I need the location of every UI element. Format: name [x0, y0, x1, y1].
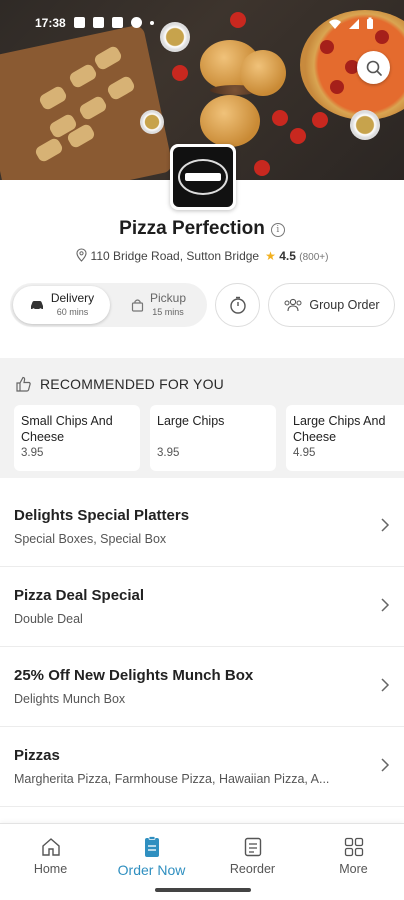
category-title: Pizzas: [14, 747, 60, 764]
info-icon[interactable]: i: [270, 222, 285, 237]
notification-icon: [93, 17, 104, 28]
recommended-item-name: Large Chips And Cheese: [293, 414, 386, 444]
notification-icon: [74, 17, 85, 28]
star-icon: ★: [265, 249, 276, 263]
category-subtitle: Double Deal: [14, 612, 83, 626]
nav-home-label: Home: [33, 862, 68, 876]
recommended-item-price: 3.95: [21, 447, 44, 459]
store-address-row: 110 Bridge Road, Sutton Bridge ★ 4.5 (800…: [0, 248, 404, 263]
store-address: 110 Bridge Road, Sutton Bridge: [90, 249, 260, 263]
recommended-item-price: 3.95: [157, 447, 180, 459]
grid-icon: [344, 837, 363, 857]
recommended-card[interactable]: Small Chips And Cheese 3.95: [14, 405, 140, 471]
nav-reorder-label: Reorder: [229, 862, 276, 876]
chevron-right-icon: [381, 518, 390, 532]
notification-icon: [112, 17, 123, 28]
nav-more[interactable]: More: [303, 836, 404, 876]
pickup-label: Pickup: [149, 291, 187, 305]
recommended-item-name: Large Chips: [157, 414, 225, 428]
battery-icon: [367, 17, 373, 29]
home-icon: [41, 838, 60, 856]
recommended-item-price: 4.95: [293, 447, 316, 459]
nav-home[interactable]: Home: [0, 836, 101, 876]
category-subtitle: Margherita Pizza, Farmhouse Pizza, Hawai…: [14, 772, 330, 786]
nav-order-now-label: Order Now: [117, 862, 186, 878]
schedule-button[interactable]: [215, 283, 260, 327]
timer-icon: [229, 296, 246, 314]
delivery-time: 60 mins: [56, 307, 89, 317]
order-type-toggle: Delivery 60 mins Pickup 15 mins: [10, 283, 207, 327]
rating-count: (800+): [299, 252, 329, 263]
chevron-right-icon: [381, 598, 390, 612]
store-logo: [170, 144, 236, 210]
pickup-option[interactable]: Pickup 15 mins: [110, 286, 207, 324]
category-title: 25% Off New Delights Munch Box: [14, 667, 254, 684]
delivery-option[interactable]: Delivery 60 mins: [13, 286, 110, 324]
group-order-label: Group Order: [309, 298, 380, 312]
category-row[interactable]: Pizzas Margherita Pizza, Farmhouse Pizza…: [0, 727, 404, 807]
order-icon: [144, 836, 159, 857]
category-subtitle: Delights Munch Box: [14, 692, 126, 706]
car-icon: [30, 301, 43, 311]
play-icon: [131, 17, 142, 28]
category-row[interactable]: 25% Off New Delights Munch Box Delights …: [0, 647, 404, 727]
thumbs-up-icon: [16, 376, 31, 392]
category-title: Pizza Deal Special: [14, 587, 145, 604]
nav-order-now[interactable]: Order Now: [101, 836, 202, 878]
nav-more-label: More: [339, 862, 368, 876]
recommended-card[interactable]: Large Chips 3.95: [150, 405, 276, 471]
store-rating: 4.5: [279, 249, 296, 263]
delivery-label: Delivery: [50, 291, 95, 305]
group-icon: [284, 298, 302, 312]
search-icon: [366, 60, 382, 76]
store-name: Pizza Perfection: [119, 218, 265, 239]
search-button[interactable]: [357, 51, 390, 84]
category-title: Delights Special Platters: [14, 507, 190, 524]
recommended-section: RECOMMENDED FOR YOU Small Chips And Chee…: [0, 358, 404, 478]
chevron-right-icon: [381, 678, 390, 692]
nav-reorder[interactable]: Reorder: [202, 836, 303, 876]
category-row[interactable]: Pizza Deal Special Double Deal: [0, 567, 404, 647]
dot-icon: [150, 20, 154, 25]
group-order-button[interactable]: Group Order: [268, 283, 395, 327]
pickup-time: 15 mins: [152, 307, 184, 317]
status-time: 17:38: [35, 16, 66, 30]
shopping-bag-icon: [131, 299, 144, 312]
location-pin-icon: [75, 248, 87, 262]
recommended-item-name: Small Chips And Cheese: [21, 414, 113, 444]
chevron-right-icon: [381, 758, 390, 772]
gesture-bar: [155, 888, 251, 892]
status-bar: 17:38: [0, 8, 404, 38]
category-row[interactable]: Delights Special Platters Special Boxes,…: [0, 487, 404, 567]
receipt-icon: [244, 837, 261, 857]
signal-icon: [349, 18, 359, 29]
category-subtitle: Special Boxes, Special Box: [14, 532, 167, 546]
wifi-icon: [329, 19, 341, 29]
recommended-card[interactable]: Large Chips And Cheese 4.95: [286, 405, 404, 471]
recommended-heading: RECOMMENDED FOR YOU: [40, 376, 224, 392]
